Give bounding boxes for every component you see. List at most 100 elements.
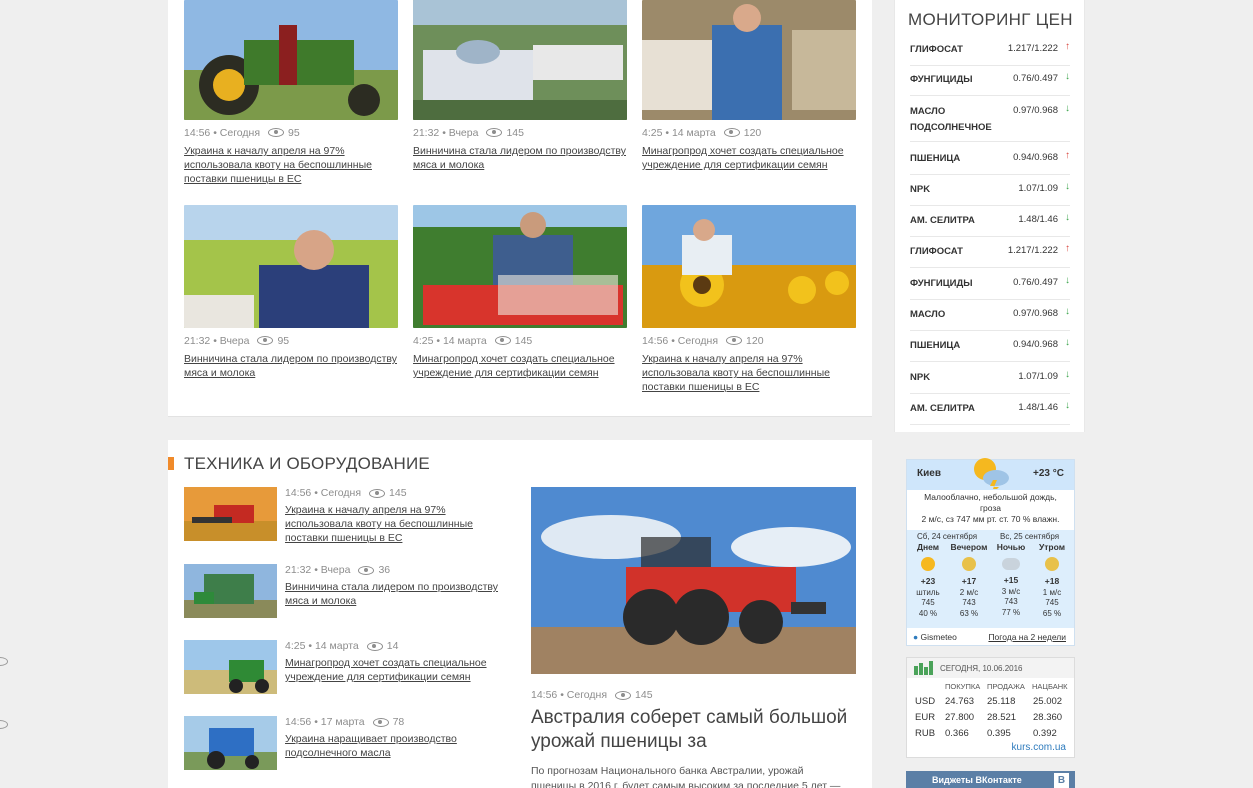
feature-title[interactable]: Австралия соберет самый большой урожай п…: [531, 706, 851, 754]
price-value: 1.48/1.46: [1018, 214, 1058, 225]
news-thumb-strawberries[interactable]: [413, 205, 627, 328]
price-row: ГЛИФОСАТ 1.217/1.222 ↑: [910, 242, 1070, 268]
arrow-down-icon: ↓: [1065, 400, 1070, 411]
news-card[interactable]: 4:25 • 14 марта 145 Минагропрод хочет соз…: [413, 205, 627, 380]
weather-details: 2 м/с, сз 747 мм рт. ст. 70 % влажн.: [921, 514, 1060, 524]
price-value: 0.76/0.497: [1013, 73, 1058, 84]
weather-widget[interactable]: Киев +23 °C Малооблачно, небольшой дождь…: [906, 458, 1075, 646]
tech-item[interactable]: 14:56 • 17 марта 78 Украина наращивает пр…: [184, 716, 504, 772]
currency-sell: 25.118: [987, 696, 1016, 707]
arrow-up-icon: ↑: [1065, 243, 1070, 254]
views-eye-icon: [723, 128, 740, 137]
price-row: ГЛИФОСАТ 1.217/1.222 ↑: [910, 40, 1070, 66]
price-name: ГЛИФОСАТ: [910, 44, 963, 55]
weather-col: Вечером +17 2 м/с 743 63 %: [950, 542, 988, 618]
currency-code: EUR: [915, 712, 936, 723]
tech-section: ТЕХНИКА И ОБОРУДОВАНИЕ 14:56 • Сегодня 14…: [168, 440, 872, 788]
currency-source-link[interactable]: kurs.com.ua: [1012, 742, 1066, 753]
tech-item[interactable]: 4:25 • 14 марта 14 Минагропрод хочет созд…: [184, 640, 504, 696]
news-thumb-dairy-farmer[interactable]: [642, 0, 856, 120]
news-thumb-sunflowers[interactable]: [642, 205, 856, 328]
news-card[interactable]: 14:56 • Сегодня 95 Украина к началу апрел…: [184, 0, 398, 186]
news-card[interactable]: 21:32 • Вчера 145 Винничина стала лидером…: [413, 0, 627, 172]
weather-temp: +23 °C: [1033, 468, 1064, 479]
price-name: АМ. СЕЛИТРА: [910, 403, 975, 414]
news-card[interactable]: 4:25 • 14 марта 120 Минагропрод хочет соз…: [642, 0, 856, 172]
tech-thumb-loader[interactable]: [184, 640, 277, 694]
news-link[interactable]: Минагропрод хочет создать специальное уч…: [413, 352, 627, 380]
currency-row: USD 24.763 25.118 25.002: [915, 696, 1067, 711]
tech-link[interactable]: Винничина стала лидером по производству …: [285, 580, 500, 608]
price-row: NPK 1.07/1.09 ↓: [910, 368, 1070, 394]
news-link[interactable]: Минагропрод хочет создать специальное уч…: [642, 144, 856, 172]
views-eye-icon: [0, 657, 8, 666]
price-row: МАСЛО 0.97/0.968 ↓: [910, 305, 1070, 331]
news-grid: 14:56 • Сегодня 95 Украина к началу апрел…: [168, 0, 872, 417]
tech-link[interactable]: Минагропрод хочет создать специальное уч…: [285, 656, 500, 684]
views-eye-icon: [726, 336, 743, 345]
currency-buy: 0.366: [945, 728, 969, 739]
views-eye-icon: [268, 128, 285, 137]
currency-nbu: 28.360: [1033, 712, 1063, 723]
price-value: 1.07/1.09: [1018, 371, 1058, 382]
arrow-down-icon: ↓: [1065, 337, 1070, 348]
weather-2weeks-link[interactable]: Погода на 2 недели: [988, 632, 1066, 642]
arrow-down-icon: ↓: [1065, 212, 1070, 223]
price-value: 0.76/0.497: [1013, 277, 1058, 288]
price-row: ФУНГИЦИДЫ 0.76/0.497 ↓: [910, 70, 1070, 96]
tech-item[interactable]: 14:56 • Сегодня 145 Украина к началу апре…: [184, 487, 504, 545]
views-eye-icon: [358, 565, 375, 575]
feature-image-red-tractor[interactable]: [531, 487, 856, 674]
sun-icon: [921, 556, 935, 571]
vk-label: Виджеты ВКонтакте: [932, 775, 1022, 785]
news-thumb-farmer-field[interactable]: [184, 205, 398, 328]
tech-thumb-combine[interactable]: [184, 487, 277, 541]
price-row: МАСЛО ПОДСОЛНЕЧНОЕ 0.97/0.968 ↓: [910, 102, 1070, 142]
views-eye-icon: [369, 488, 386, 498]
price-value: 0.94/0.968: [1013, 152, 1058, 163]
news-thumb-parliament[interactable]: [413, 0, 627, 120]
currency-buy: 24.763: [945, 696, 975, 707]
price-value: 1.217/1.222: [1007, 245, 1058, 256]
news-card[interactable]: 21:32 • Вчера 95 Винничина стала лидером …: [184, 205, 398, 380]
news-link[interactable]: Украина к началу апреля на 97% использов…: [184, 144, 398, 186]
tech-link[interactable]: Украина наращивает производство подсолне…: [285, 732, 500, 760]
price-name: ФУНГИЦИДЫ: [910, 74, 973, 85]
currency-sell: 28.521: [987, 712, 1017, 723]
news-card[interactable]: 14:56 • Сегодня 120 Украина к началу апре…: [642, 205, 856, 394]
price-value: 1.07/1.09: [1018, 183, 1058, 194]
vk-logo-icon: В: [1054, 773, 1069, 788]
news-link[interactable]: Винничина стала лидером по производству …: [184, 352, 398, 380]
price-name: ПШЕНИЦА: [910, 340, 961, 351]
currency-widget[interactable]: СЕГОДНЯ, 10.06.2016 ПОКУПКА ПРОДАЖА НАЦБ…: [906, 657, 1075, 758]
views-eye-icon: [615, 690, 632, 700]
news-thumb-tractor-farmer[interactable]: [184, 0, 398, 120]
price-monitor: МОНИТОРИНГ ЦЕН ГЛИФОСАТ 1.217/1.222 ↑ ФУНГИ…: [894, 0, 1085, 432]
currency-code: USD: [915, 696, 936, 707]
vk-widgets-banner[interactable]: Виджеты ВКонтакте В: [906, 771, 1075, 788]
currency-sell: 0.395: [987, 728, 1011, 739]
tech-link[interactable]: Украина к началу апреля на 97% использов…: [285, 503, 500, 545]
tech-item[interactable]: 21:32 • Вчера 36 Винничина стала лидером …: [184, 564, 504, 620]
gismeteo-logo[interactable]: ● Gismeteo: [913, 632, 957, 642]
currency-row: EUR 27.800 28.521 28.360: [915, 712, 1067, 727]
price-row: АМ. СЕЛИТРА 1.48/1.46 ↓: [910, 399, 1070, 425]
sun-cloud-icon: [1045, 556, 1059, 571]
weather-day-1: Сб, 24 сентября: [917, 532, 978, 541]
price-row: ПШЕНИЦА 0.94/0.968 ↓: [910, 336, 1070, 362]
views-eye-icon: [0, 720, 8, 729]
views-eye-icon: [257, 336, 274, 345]
currency-buy: 27.800: [945, 712, 975, 723]
news-link[interactable]: Украина к началу апреля на 97% использов…: [642, 352, 856, 394]
price-name: АМ. СЕЛИТРА: [910, 215, 975, 226]
price-value: 0.97/0.968: [1013, 308, 1058, 319]
tech-thumb-blue-tractor[interactable]: [184, 716, 277, 770]
price-value: 0.97/0.968: [1013, 105, 1058, 116]
news-link[interactable]: Винничина стала лидером по производству …: [413, 144, 627, 172]
tech-thumb-seeder[interactable]: [184, 564, 277, 618]
feature-meta: 14:56 • Сегодня 145: [531, 689, 653, 701]
price-name: NPK: [910, 184, 931, 195]
currency-col-nbu: НАЦБАНК: [1032, 682, 1068, 691]
currency-col-buy: ПОКУПКА: [945, 682, 981, 691]
weather-col: Утром +18 1 м/с 745 65 %: [1038, 542, 1065, 618]
